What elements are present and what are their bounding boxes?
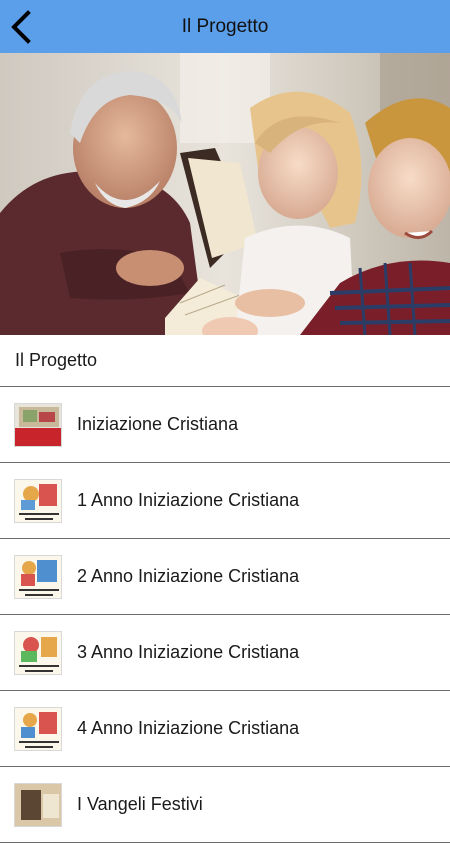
list-item-label: Iniziazione Cristiana: [77, 414, 239, 434]
list-item[interactable]: 1 Anno Iniziazione Cristiana: [0, 463, 450, 539]
gospel-thumbnail: [14, 782, 62, 827]
section-title: Il Progetto: [15, 350, 98, 370]
hero-image: [0, 53, 450, 335]
list-item-label: 4 Anno Iniziazione Cristiana: [77, 718, 300, 738]
page-title: Il Progetto: [181, 15, 269, 37]
year-cover-thumbnail: [14, 630, 62, 675]
list-item[interactable]: 4 Anno Iniziazione Cristiana: [0, 691, 450, 767]
year-cover-thumbnail: [14, 706, 62, 751]
chevron-left-icon: [11, 10, 31, 44]
back-button[interactable]: [6, 8, 40, 46]
list-item[interactable]: 3 Anno Iniziazione Cristiana: [0, 615, 450, 691]
list-item-label: 1 Anno Iniziazione Cristiana: [77, 490, 300, 510]
year-cover-thumbnail: [14, 478, 62, 523]
list-item[interactable]: Iniziazione Cristiana: [0, 387, 450, 463]
list-item[interactable]: 2 Anno Iniziazione Cristiana: [0, 539, 450, 615]
list-item-label: 2 Anno Iniziazione Cristiana: [77, 566, 300, 586]
section-header: Il Progetto: [0, 335, 450, 387]
list-item[interactable]: I Vangeli Festivi: [0, 767, 450, 843]
year-cover-thumbnail: [14, 554, 62, 599]
project-list: Iniziazione Cristiana 1 Anno Iniziazione…: [0, 387, 450, 843]
top-bar: Il Progetto: [0, 0, 450, 53]
list-item-label: 3 Anno Iniziazione Cristiana: [77, 642, 300, 662]
grandfather-children-reading-photo: [0, 53, 450, 335]
project-cover-thumbnail: [14, 402, 62, 447]
list-item-label: I Vangeli Festivi: [77, 794, 203, 814]
